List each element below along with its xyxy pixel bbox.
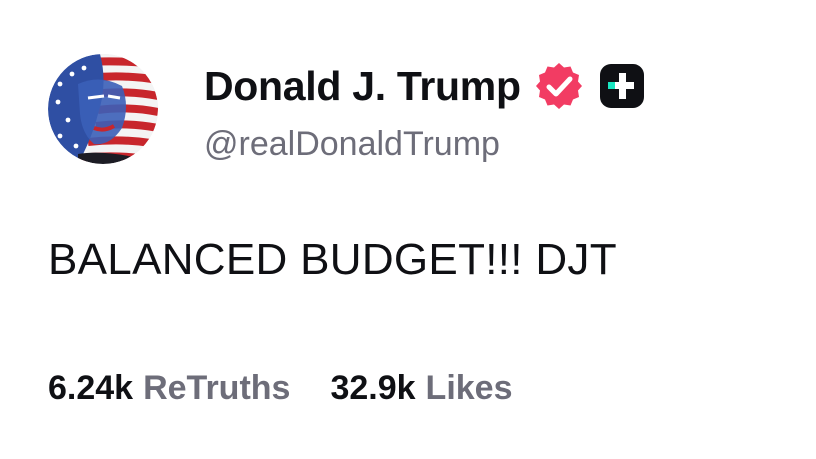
truth-post: Donald J. Trump @realDonaldTrump BALANCE… (0, 0, 816, 459)
likes-label: Likes (425, 369, 513, 407)
likes-stat[interactable]: 32.9k Likes (330, 366, 512, 410)
author-display-name[interactable]: Donald J. Trump (204, 60, 521, 112)
post-stats: 6.24k ReTruths 32.9k Likes (48, 366, 513, 410)
avatar[interactable] (48, 54, 158, 164)
verified-badge-icon (533, 60, 585, 112)
retruths-label: ReTruths (143, 369, 291, 407)
retruths-stat[interactable]: 6.24k ReTruths (48, 366, 290, 410)
post-text: BALANCED BUDGET!!! DJT (48, 235, 617, 284)
author-handle[interactable]: @realDonaldTrump (204, 122, 500, 166)
plus-badge-icon (599, 63, 645, 109)
author-name-row: Donald J. Trump (204, 60, 645, 112)
likes-count: 32.9k (330, 369, 416, 407)
avatar-image (48, 54, 158, 164)
retruths-count: 6.24k (48, 369, 134, 407)
